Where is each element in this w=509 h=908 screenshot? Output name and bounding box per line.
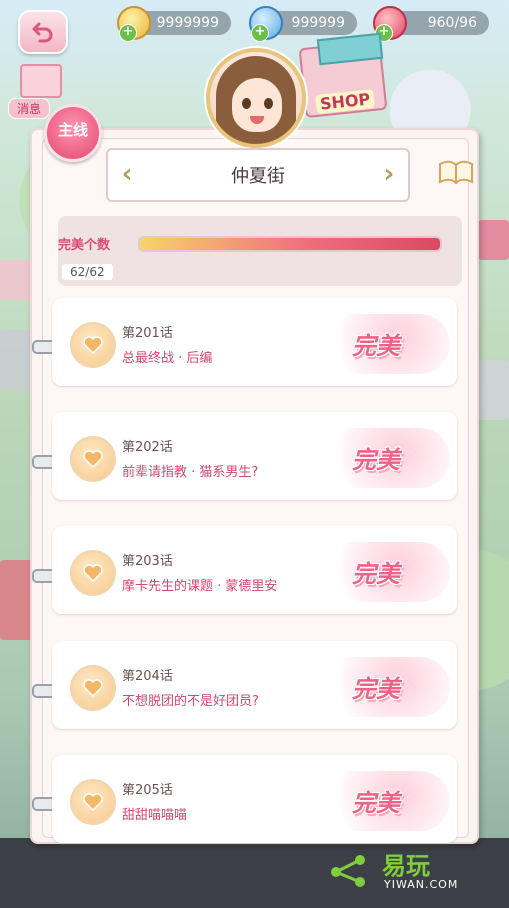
chapter-item[interactable]: 第204话 不想脱团的不是好团员? 完美 <box>52 641 457 729</box>
perfect-badge: 完美 <box>352 560 400 588</box>
perfect-progress-fill <box>140 238 440 250</box>
heart-icon <box>70 322 116 368</box>
open-book-icon[interactable] <box>436 156 476 188</box>
main-story-tag: 主线 <box>44 104 102 162</box>
heart-icon <box>70 550 116 596</box>
perfect-count-label: 完美个数 <box>58 238 111 253</box>
perfect-badge: 完美 <box>352 332 400 360</box>
avatar <box>206 48 306 148</box>
chapter-item[interactable]: 第203话 摩卡先生的课题 · 蒙德里安 完美 <box>52 526 457 614</box>
back-button[interactable] <box>18 10 68 54</box>
chapter-item[interactable]: 第205话 甜甜喵喵喵 完美 <box>52 755 457 843</box>
heart-icon <box>70 779 116 825</box>
watermark: 易玩 YIWAN.COM <box>326 846 491 896</box>
avatar-eye <box>242 98 251 109</box>
stamina-counter: + 960/96 <box>373 6 489 42</box>
back-arrow-icon <box>32 22 53 43</box>
chapter-title: 不想脱团的不是好团员? <box>122 694 259 709</box>
heart-icon <box>70 665 116 711</box>
chapter-title: 摩卡先生的课题 · 蒙德里安 <box>122 579 278 594</box>
watermark-cn: 易玩 <box>382 852 430 880</box>
area-title: 仲夏街 <box>231 166 285 187</box>
chapter-item[interactable]: 第201话 总最终战 · 后编 完美 <box>52 298 457 386</box>
perfect-count-value: 62/62 <box>62 264 113 280</box>
shop-building[interactable]: SHOP <box>292 32 402 131</box>
gold-counter: + 9999999 <box>117 6 231 42</box>
chapter-number: 第202话 <box>122 440 173 455</box>
chapter-title: 甜甜喵喵喵 <box>122 808 188 823</box>
chapter-number: 第205话 <box>122 783 173 798</box>
area-header: ‹ 仲夏街 › <box>106 148 410 202</box>
chapter-title: 前辈请指教 · 猫系男生? <box>122 465 259 480</box>
message-label: 消息 <box>8 98 51 119</box>
gold-value: 9999999 <box>156 15 219 31</box>
gem-value: 999999 <box>291 15 345 31</box>
heart-icon <box>70 436 116 482</box>
perfect-badge: 完美 <box>352 789 400 817</box>
stamina-value: 960/96 <box>427 15 477 31</box>
add-gem-button[interactable]: + <box>251 24 269 42</box>
watermark-logo-icon <box>331 855 365 887</box>
watermark-en: YIWAN.COM <box>384 878 459 891</box>
chapter-number: 第203话 <box>122 554 173 569</box>
chapter-number: 第201话 <box>122 326 173 341</box>
perfect-badge: 完美 <box>352 675 400 703</box>
map-building <box>478 220 509 260</box>
avatar-eye <box>264 98 273 109</box>
envelope-icon <box>20 64 62 98</box>
gem-counter: + 999999 <box>249 6 357 42</box>
next-area-button[interactable]: › <box>378 160 400 188</box>
chapter-number: 第204话 <box>122 669 173 684</box>
chapter-title: 总最终战 · 后编 <box>122 351 213 366</box>
perfect-progress-panel: 完美个数 62/62 <box>58 216 462 286</box>
perfect-badge: 完美 <box>352 446 400 474</box>
chapter-item[interactable]: 第202话 前辈请指教 · 猫系男生? 完美 <box>52 412 457 500</box>
add-gold-button[interactable]: + <box>119 24 137 42</box>
perfect-progress-bar <box>138 236 442 252</box>
